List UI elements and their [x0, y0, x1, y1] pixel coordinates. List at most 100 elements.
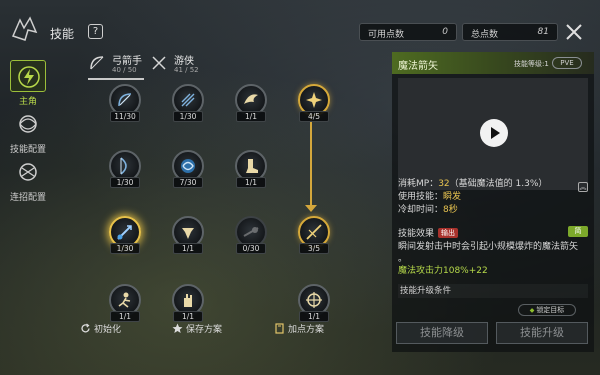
lock-target-button[interactable]: 锁定目标	[518, 304, 576, 316]
wing-icon	[244, 94, 258, 104]
skill-node[interactable]: 1/1	[231, 150, 271, 188]
page-title: 技能	[50, 27, 75, 41]
dash-icon	[118, 292, 131, 308]
skill-node[interactable]: 1/1	[105, 284, 145, 322]
skill-node-selected[interactable]: 1/30	[105, 216, 145, 254]
slash-arrow-icon	[306, 224, 322, 240]
skill-level: 1/1	[299, 311, 329, 322]
use-type: 使用技能：瞬发	[398, 192, 462, 202]
skill-connector-line	[310, 113, 312, 210]
crossed-arrows-icon	[152, 56, 166, 70]
pve-toggle[interactable]: PVE	[552, 57, 582, 69]
available-points-value: 0	[442, 27, 448, 37]
skill-level: 0/30	[236, 243, 266, 254]
play-icon[interactable]	[480, 119, 508, 147]
spiral-icon	[10, 108, 46, 140]
help-icon[interactable]: ?	[88, 24, 103, 39]
combo-icon	[10, 156, 46, 188]
save-plan-button[interactable]: 保存方案	[172, 322, 222, 339]
skill-node[interactable]: 1/30	[168, 84, 208, 122]
skill-upgrade-button[interactable]: 技能升级	[496, 322, 588, 344]
total-points-value: 81	[537, 27, 549, 37]
available-points-box: 可用点数 0	[359, 23, 457, 41]
total-points-box: 总点数 81	[462, 23, 558, 41]
skill-level: 1/30	[110, 177, 140, 188]
connector-arrow-icon	[305, 205, 317, 212]
sidebar-item-label: 主角	[18, 97, 37, 107]
upgrade-condition: 技能升级条件	[398, 284, 588, 298]
mp-cost: 消耗MP：32（基础魔法值的 1.3%）	[398, 179, 548, 189]
aim-icon	[306, 292, 322, 308]
skill-name-bar: 魔法箭矢 技能等级:1 PVE	[392, 52, 594, 74]
skill-level: 1/1	[173, 243, 203, 254]
class-tab-ranger[interactable]: 游侠 41 / 52	[150, 50, 210, 80]
class-name: 弓箭手	[112, 56, 142, 67]
simple-toggle[interactable]: 简	[568, 226, 588, 237]
skill-node[interactable]: 1/1	[231, 84, 271, 122]
multi-arrow-icon	[181, 93, 195, 107]
skill-name: 魔法箭矢	[398, 61, 438, 72]
skill-level: 1/1	[236, 111, 266, 122]
skill-node[interactable]: 11/30	[105, 84, 145, 122]
close-icon[interactable]	[564, 22, 584, 42]
bolt-icon	[10, 60, 46, 92]
skill-level: 3/5	[299, 243, 329, 254]
skill-video-preview: ︽	[398, 78, 588, 192]
star-icon	[172, 323, 183, 333]
skill-level: 7/30	[173, 177, 203, 188]
damage-tag: 输出	[438, 228, 459, 238]
expand-icon[interactable]: ︽	[578, 182, 588, 192]
class-points: 40 / 50	[112, 66, 137, 74]
reset-button[interactable]: 初始化	[80, 322, 121, 339]
top-bar: 技能 ? 可用点数 0 总点数 81	[0, 0, 600, 52]
class-points: 41 / 52	[174, 66, 199, 74]
skill-level: 1/30	[173, 111, 203, 122]
whirl-icon	[181, 159, 195, 173]
skill-node[interactable]: 0/30	[231, 216, 271, 254]
skill-level: 1/1	[236, 177, 266, 188]
shot-icon	[243, 227, 259, 237]
class-name: 游侠	[174, 56, 194, 67]
skill-node[interactable]: 1/30	[105, 150, 145, 188]
sidebar-item-label: 技能配置	[9, 145, 46, 155]
hand-icon	[184, 294, 192, 307]
trap-icon	[182, 228, 194, 239]
skill-node[interactable]: 1/1	[294, 284, 334, 322]
refresh-icon	[81, 323, 90, 333]
bow-icon	[90, 56, 104, 70]
skill-level: 1/1	[110, 311, 140, 322]
magic-arrow-icon	[117, 225, 132, 240]
total-points-label: 总点数	[471, 30, 499, 40]
save-plan-label: 保存方案	[186, 325, 223, 335]
skill-level: 4/5	[299, 111, 329, 122]
skill-node[interactable]: 1/1	[168, 284, 208, 322]
skill-node[interactable]: 3/5	[294, 216, 334, 254]
feather-bow-icon	[120, 157, 127, 175]
cooldown: 冷却时间：8秒	[398, 205, 458, 215]
skill-node[interactable]: 7/30	[168, 150, 208, 188]
skill-level: 1/30	[110, 243, 140, 254]
sidebar-item-skill-config[interactable]: 技能配置	[6, 108, 50, 155]
point-plan-label: 加点方案	[288, 325, 325, 335]
sidebar-item-protagonist[interactable]: 主角	[6, 60, 50, 107]
magic-attack-value: 魔法攻击力108%+22	[398, 266, 488, 276]
skill-level-label: 技能等级:1	[514, 60, 549, 68]
available-points-label: 可用点数	[368, 30, 405, 40]
skill-downgrade-button[interactable]: 技能降级	[396, 322, 488, 344]
skill-node[interactable]: 4/5	[294, 84, 334, 122]
skill-level: 11/30	[110, 111, 140, 122]
sidebar-item-label: 连招配置	[9, 193, 46, 203]
skill-detail-panel: 魔法箭矢 技能等级:1 PVE ︽ 消耗MP：32（基础魔法值的 1.3%） 使…	[392, 52, 594, 352]
sidebar-item-combo-config[interactable]: 连招配置	[6, 156, 50, 203]
burst-icon	[306, 92, 322, 108]
skill-node[interactable]: 1/1	[168, 216, 208, 254]
bow-arrow-icon	[118, 93, 132, 107]
point-plan-button[interactable]: 加点方案	[274, 322, 324, 339]
dragon-logo-icon	[11, 16, 38, 41]
class-tab-archer[interactable]: 弓箭手 40 / 50	[88, 50, 144, 80]
reset-label: 初始化	[94, 325, 122, 335]
skill-level: 1/1	[173, 311, 203, 322]
book-icon	[275, 323, 284, 334]
skill-effect-desc: 瞬间发射击中时会引起小规模爆炸的魔法箭矢	[398, 242, 579, 252]
boots-icon	[246, 159, 258, 173]
